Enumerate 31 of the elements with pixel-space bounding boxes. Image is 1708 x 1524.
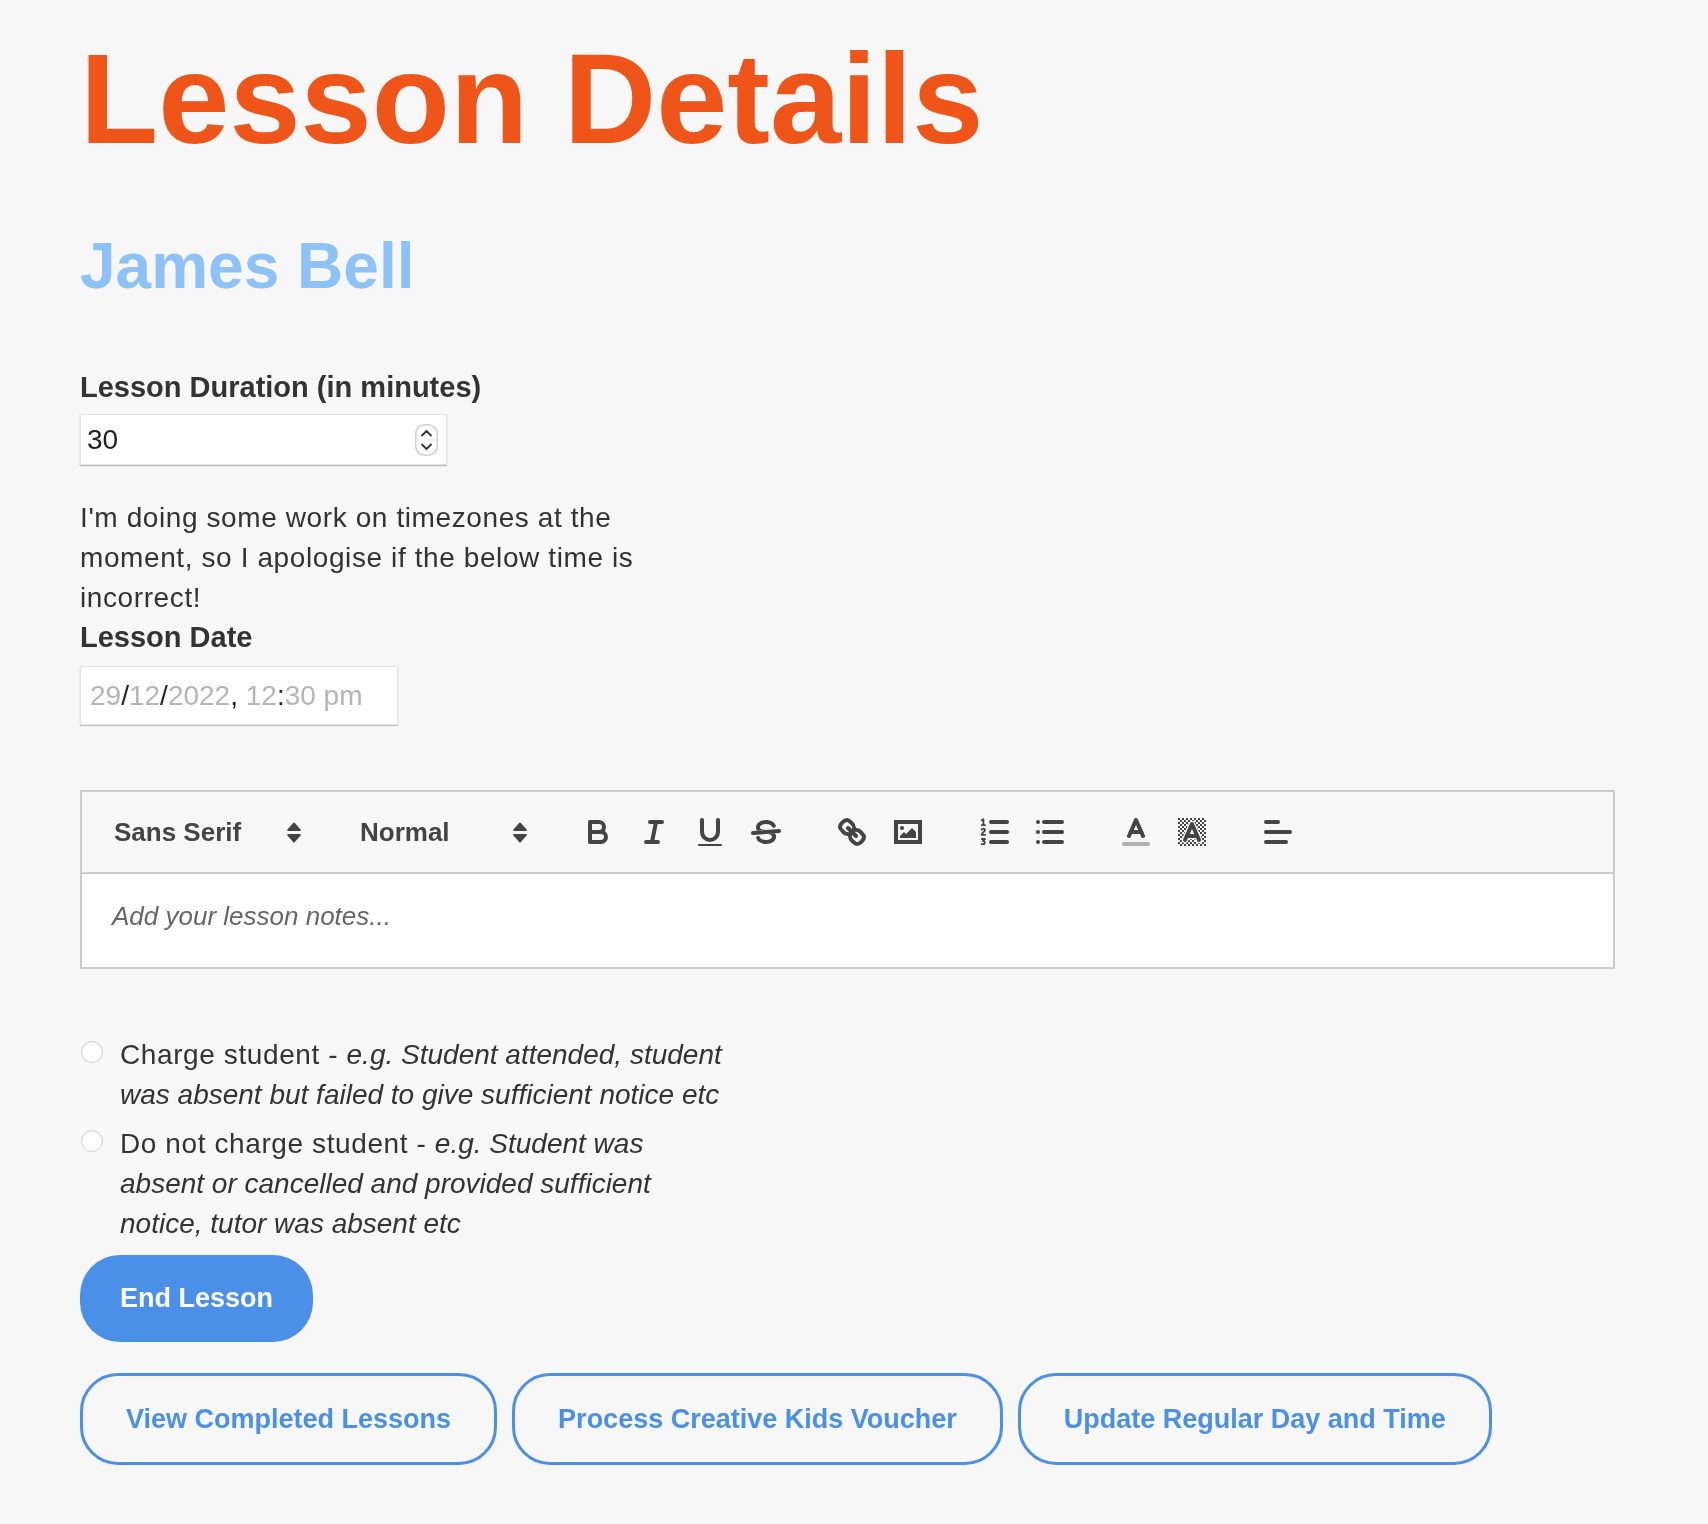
end-lesson-button[interactable]: End Lesson <box>80 1255 314 1342</box>
stepper-icon[interactable] <box>415 423 438 456</box>
bullet-list-icon <box>1036 820 1064 844</box>
date-field[interactable]: 29/12/2022, 12:30 pm <box>80 666 398 725</box>
field-label: Lesson Duration (in minutes) <box>80 370 482 405</box>
field-label: Lesson Date <box>80 620 253 655</box>
up-down-arrows-icon <box>287 821 301 843</box>
text-color-icon <box>1122 818 1150 846</box>
option-label: Do not charge student - e.g. Student was absent or cancelled and provided sufficient notice, tutor was absent etc <box>120 1127 653 1241</box>
align-left-icon <box>1264 820 1292 844</box>
link-icon <box>838 818 866 846</box>
italic-icon <box>644 820 664 844</box>
image-icon <box>894 820 922 844</box>
action-button[interactable]: View Completed Lessons <box>80 1373 498 1465</box>
page-title: Lesson Details <box>80 35 984 163</box>
heading-picker[interactable]: Normal <box>344 808 540 856</box>
strikethrough-icon <box>751 819 781 845</box>
radio-button[interactable] <box>81 1130 103 1152</box>
notes-field[interactable]: Add your lesson notes... <box>80 874 1615 969</box>
up-down-arrows-icon <box>513 821 527 843</box>
numbered-list-icon <box>979 818 1009 846</box>
underline-icon <box>698 818 722 846</box>
bold-icon <box>588 820 608 844</box>
font-picker[interactable]: Sans Serif <box>98 808 314 856</box>
action-button[interactable]: Update Regular Day and Time <box>1017 1373 1492 1465</box>
number-field[interactable]: 30 <box>80 414 447 465</box>
radio-button[interactable] <box>81 1041 103 1063</box>
highlight-color-icon <box>1178 818 1206 846</box>
student-name: James Bell <box>80 234 415 298</box>
notice-text: I'm doing some work on timezones at the moment, so I apologise if the below time is incorrect! <box>80 501 635 615</box>
action-button[interactable]: Process Creative Kids Voucher <box>512 1373 1003 1465</box>
